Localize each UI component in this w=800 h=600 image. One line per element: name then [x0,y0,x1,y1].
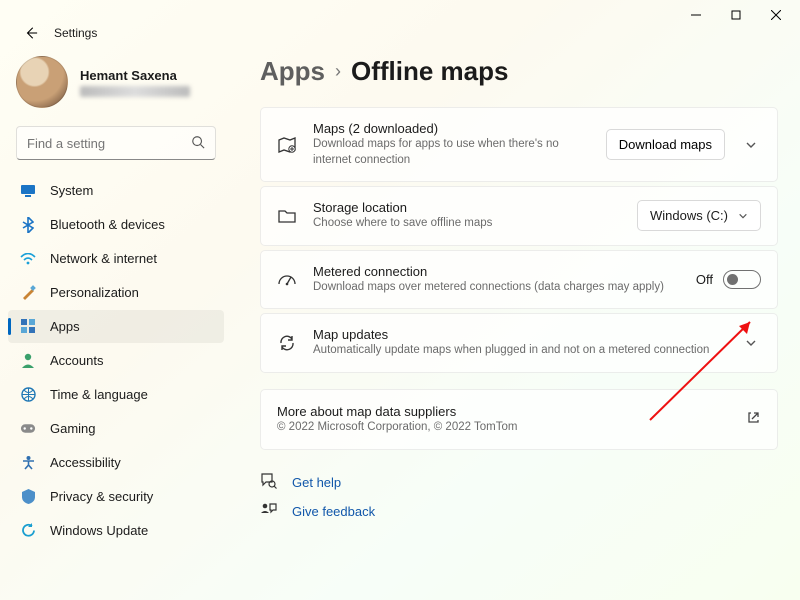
download-maps-button[interactable]: Download maps [606,129,725,160]
display-icon [20,183,36,199]
sidebar-item-label: Gaming [50,421,96,436]
chevron-down-icon[interactable] [741,139,761,151]
breadcrumb: Apps › Offline maps [260,56,778,87]
accessibility-icon [20,455,36,471]
card-subtitle: Download maps over metered connections (… [313,280,680,296]
get-help-link[interactable]: Get help [260,472,778,492]
paintbrush-icon [20,285,36,301]
sidebar-item-personalization[interactable]: Personalization [8,276,224,309]
sidebar-item-gaming[interactable]: Gaming [8,412,224,445]
card-title: Storage location [313,200,621,215]
sidebar-item-bluetooth[interactable]: Bluetooth & devices [8,208,224,241]
sidebar-item-apps[interactable]: Apps [8,310,224,343]
dropdown-value: Windows (C:) [650,208,728,223]
sidebar-item-label: Accessibility [50,455,121,470]
back-button[interactable] [22,24,40,42]
sidebar-item-accessibility[interactable]: Accessibility [8,446,224,479]
bluetooth-icon [20,217,36,233]
person-icon [20,353,36,369]
profile-email [80,86,190,97]
clock-globe-icon [20,387,36,403]
map-updates-row[interactable]: Map updates Automatically update maps wh… [260,313,778,373]
storage-location-dropdown[interactable]: Windows (C:) [637,200,761,231]
search-icon [191,135,205,152]
metered-toggle[interactable] [723,270,761,289]
metered-connection-row: Metered connection Download maps over me… [260,250,778,310]
gauge-icon [277,269,297,289]
update-icon [20,523,36,539]
search-box[interactable] [16,126,216,160]
chevron-right-icon: › [335,61,341,82]
suppliers-row: More about map data suppliers © 2022 Mic… [260,389,778,451]
link-label[interactable]: Give feedback [292,504,375,519]
sidebar-item-label: Bluetooth & devices [50,217,165,232]
sidebar-item-label: Time & language [50,387,148,402]
give-feedback-link[interactable]: Give feedback [260,502,778,520]
maps-download-row[interactable]: Maps (2 downloaded) Download maps for ap… [260,107,778,182]
sidebar-item-label: Windows Update [50,523,148,538]
sidebar-item-label: System [50,183,93,198]
sidebar-item-update[interactable]: Windows Update [8,514,224,547]
breadcrumb-root[interactable]: Apps [260,56,325,87]
page-title: Offline maps [351,56,508,87]
card-subtitle: Download maps for apps to use when there… [313,137,590,168]
card-title: Map updates [313,327,725,342]
profile-name: Hemant Saxena [80,68,190,83]
sidebar-item-label: Apps [50,319,80,334]
sync-icon [277,333,297,353]
link-label[interactable]: Get help [292,475,341,490]
card-subtitle: Automatically update maps when plugged i… [313,343,725,359]
copyright-text: © 2022 Microsoft Corporation, © 2022 Tom… [277,420,730,436]
sidebar-item-accounts[interactable]: Accounts [8,344,224,377]
window-close-button[interactable] [756,0,796,30]
card-subtitle: Choose where to save offline maps [313,216,621,232]
card-title: Maps (2 downloaded) [313,121,590,136]
sidebar-item-time[interactable]: Time & language [8,378,224,411]
sidebar-item-label: Personalization [50,285,139,300]
chevron-down-icon [738,211,748,221]
window-minimize-button[interactable] [676,0,716,30]
card-title: More about map data suppliers [277,404,730,419]
chevron-down-icon[interactable] [741,337,761,349]
feedback-icon [260,502,278,520]
sidebar-item-system[interactable]: System [8,174,224,207]
search-input[interactable] [27,136,187,151]
open-external-icon[interactable] [746,410,761,428]
sidebar-item-privacy[interactable]: Privacy & security [8,480,224,513]
window-maximize-button[interactable] [716,0,756,30]
card-title: Metered connection [313,264,680,279]
sidebar-item-label: Accounts [50,353,103,368]
sidebar-item-network[interactable]: Network & internet [8,242,224,275]
sidebar-item-label: Privacy & security [50,489,153,504]
shield-icon [20,489,36,505]
apps-icon [20,319,36,335]
wifi-icon [20,251,36,267]
map-icon [277,135,297,155]
avatar [16,56,68,108]
help-icon [260,472,278,492]
folder-icon [277,206,297,226]
storage-location-row[interactable]: Storage location Choose where to save of… [260,186,778,246]
app-title: Settings [54,26,97,40]
profile-block[interactable]: Hemant Saxena [8,50,224,122]
gamepad-icon [20,421,36,437]
sidebar-item-label: Network & internet [50,251,157,266]
toggle-state-label: Off [696,272,713,287]
